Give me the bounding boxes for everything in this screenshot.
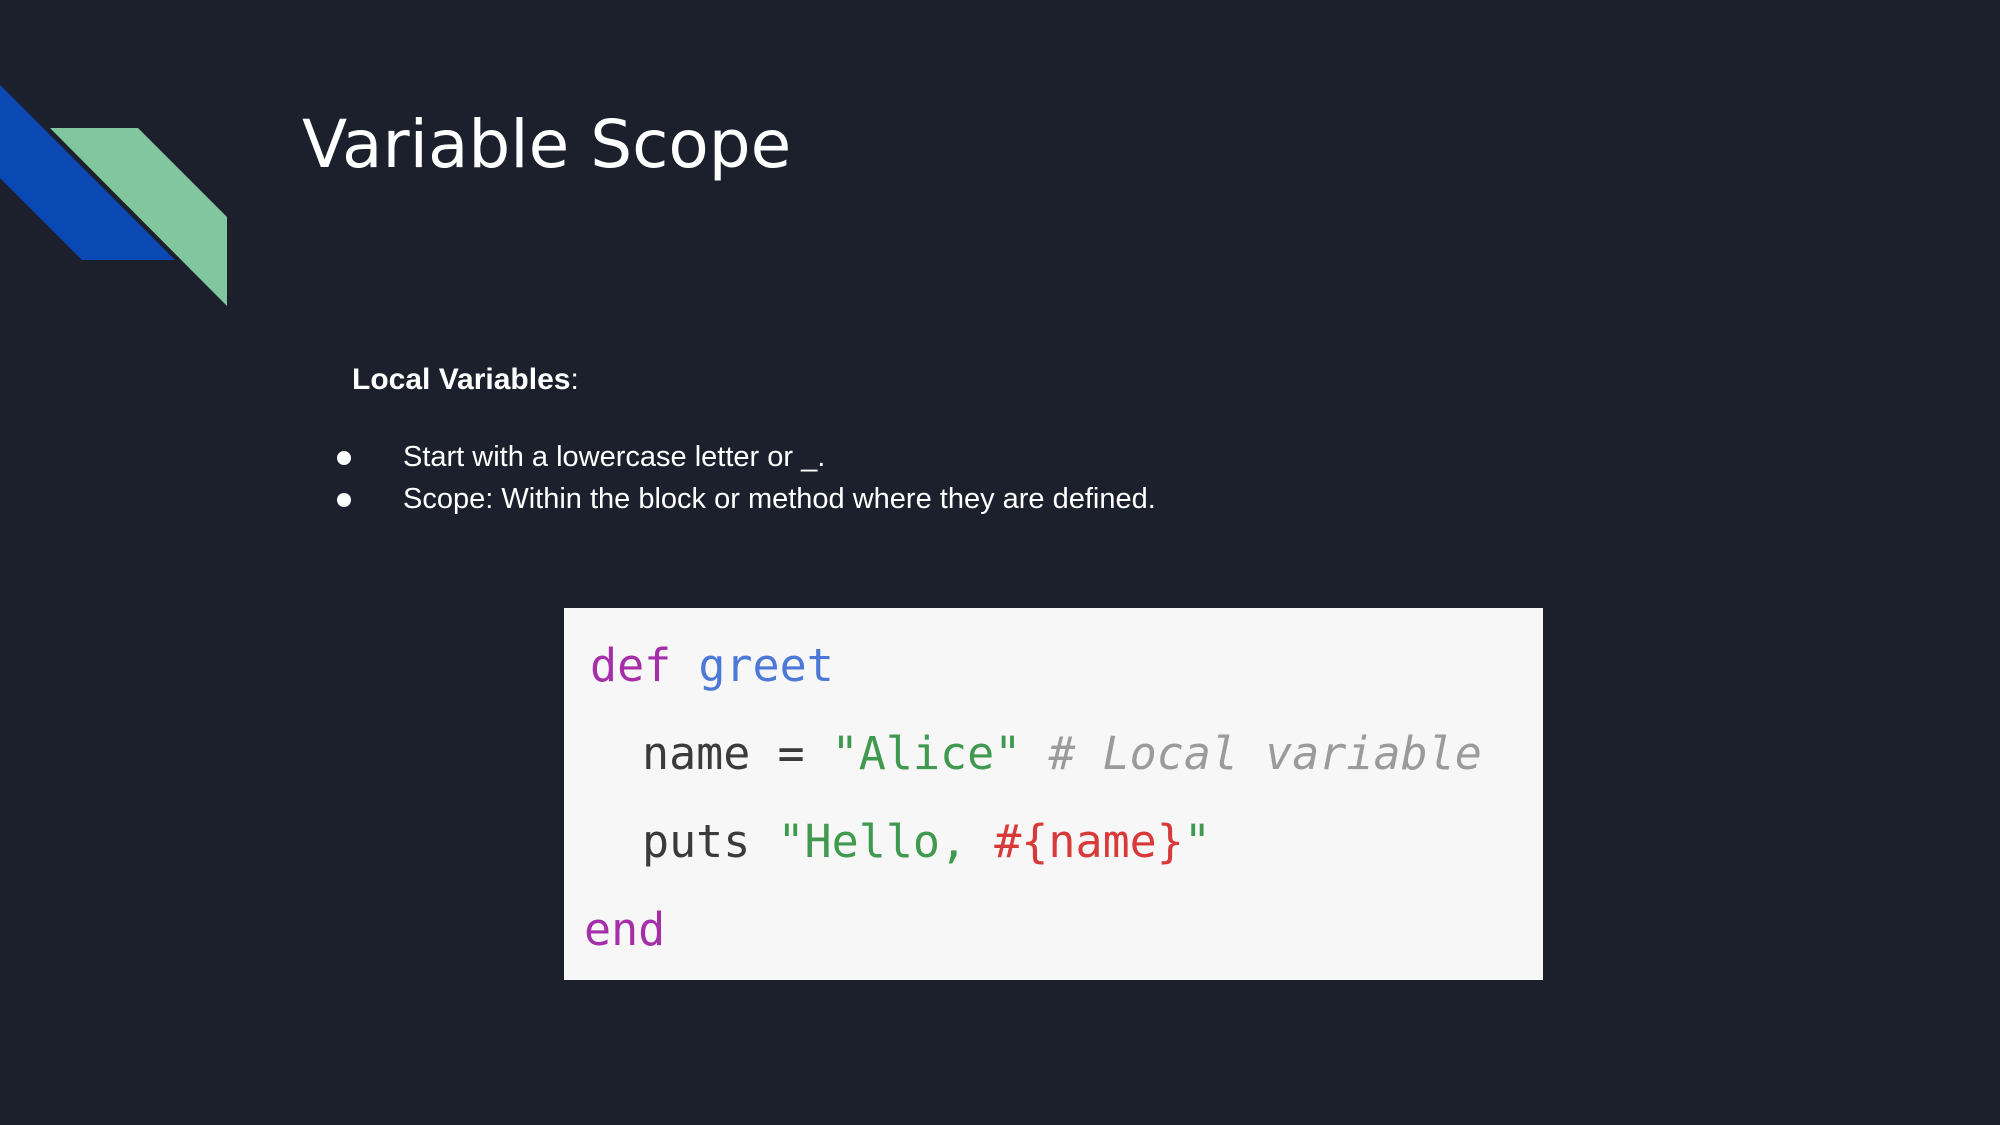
code-keyword-def: def	[590, 639, 672, 692]
code-string-open: "Hello,	[777, 815, 995, 868]
code-interpolation: #{name}	[994, 815, 1184, 868]
bullet-dot-icon	[337, 451, 351, 465]
bullet-item: Start with a lowercase letter or _.	[333, 436, 1156, 478]
corner-decoration	[0, 85, 227, 306]
code-line-4: end	[564, 886, 1543, 974]
code-line-2: name = "Alice" # Local variable	[564, 710, 1543, 798]
bullet-list: Start with a lowercase letter or _. Scop…	[333, 436, 1156, 520]
code-variable: name	[642, 727, 751, 780]
code-method-name: greet	[698, 639, 834, 692]
subheading: Local Variables:	[352, 360, 579, 400]
subheading-colon: :	[570, 363, 579, 396]
code-operator: =	[777, 727, 805, 780]
bullet-dot-icon	[337, 493, 351, 507]
code-string: "Alice"	[831, 727, 1022, 780]
subheading-label: Local Variables	[352, 363, 571, 396]
code-line-1: def greet	[564, 622, 1543, 710]
code-string-close: "	[1183, 815, 1211, 868]
code-snippet: def greet name = "Alice" # Local variabl…	[564, 608, 1543, 980]
slide-title: Variable Scope	[302, 106, 792, 183]
bullet-text: Scope: Within the block or method where …	[403, 483, 1156, 515]
code-comment: # Local variable	[1048, 727, 1482, 780]
bullet-text: Start with a lowercase letter or _.	[403, 441, 826, 473]
code-method-call: puts	[642, 815, 751, 868]
bullet-item: Scope: Within the block or method where …	[333, 478, 1156, 520]
code-keyword-end: end	[584, 903, 666, 956]
code-line-3: puts "Hello, #{name}"	[564, 798, 1543, 886]
